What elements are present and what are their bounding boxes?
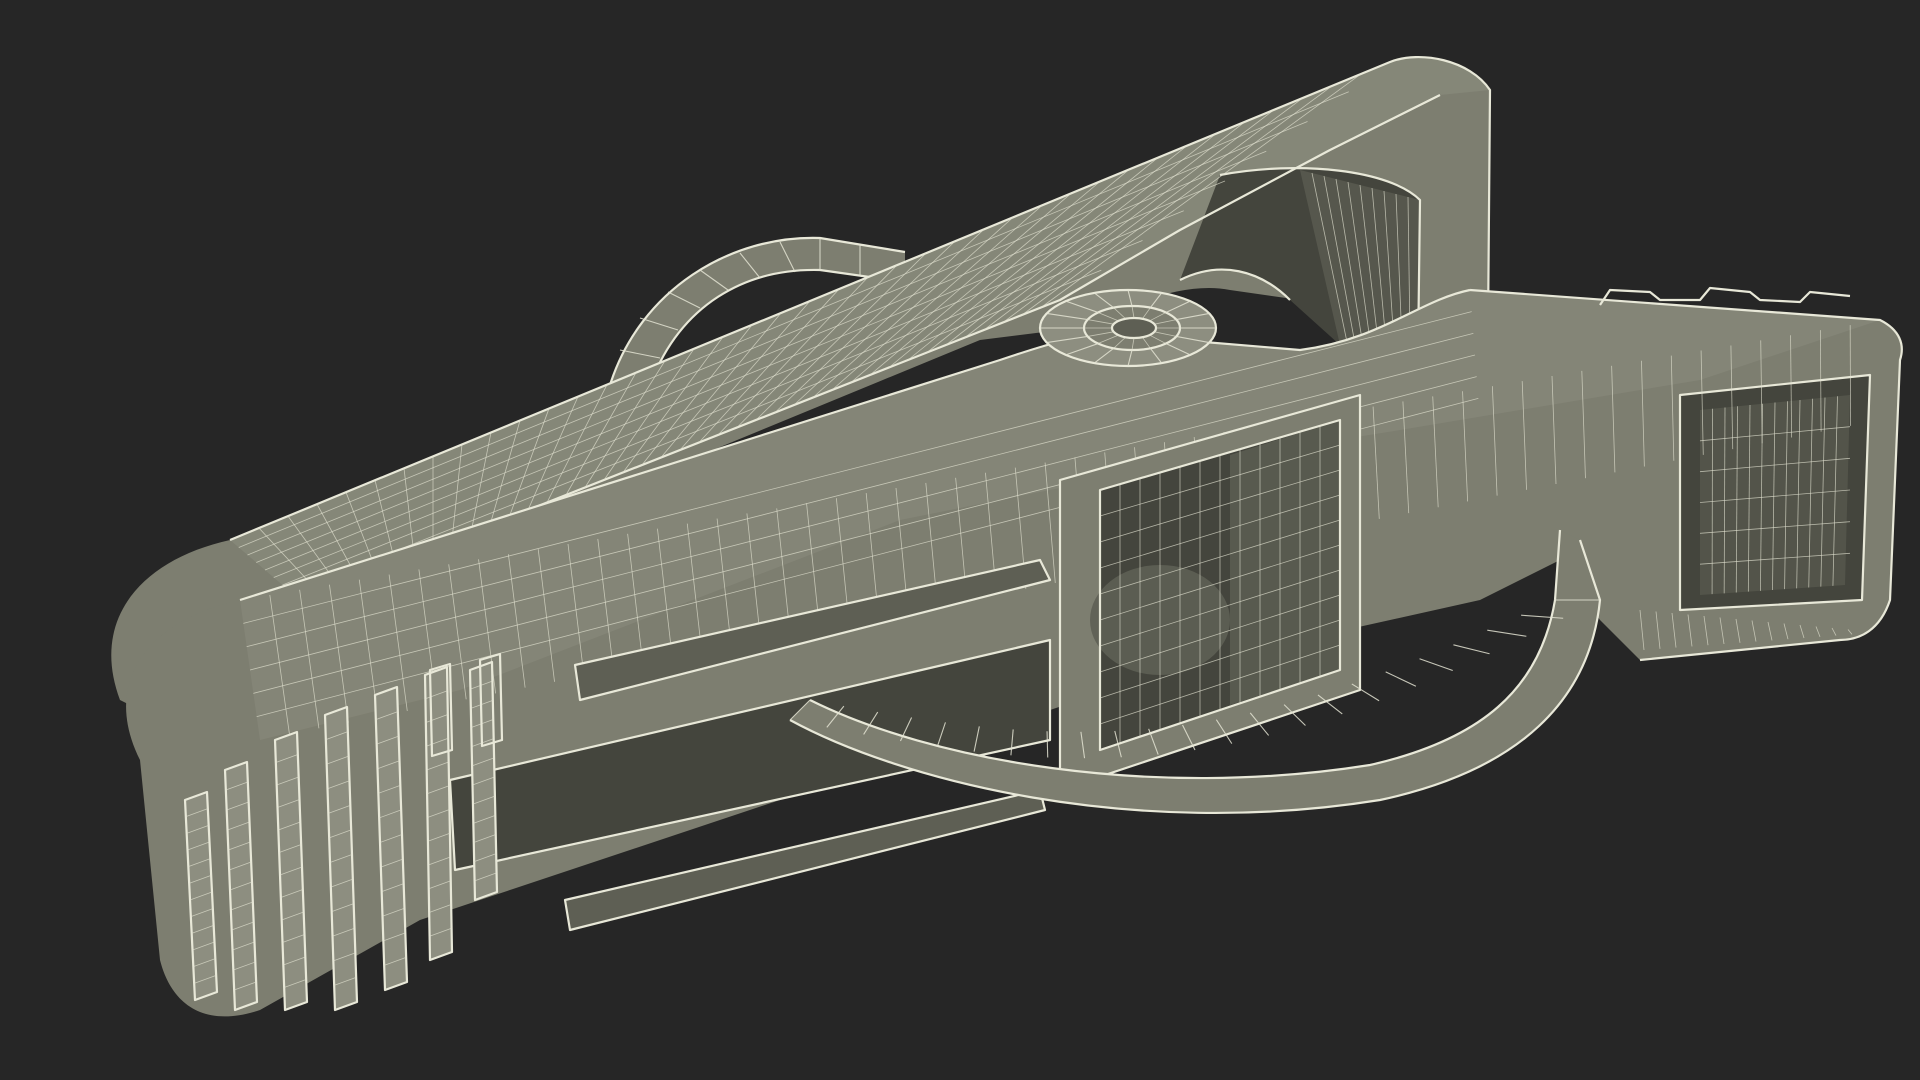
wireframe-render <box>111 55 1903 1017</box>
3d-viewport[interactable] <box>0 0 1920 1080</box>
pivot-rivet <box>1038 288 1218 368</box>
